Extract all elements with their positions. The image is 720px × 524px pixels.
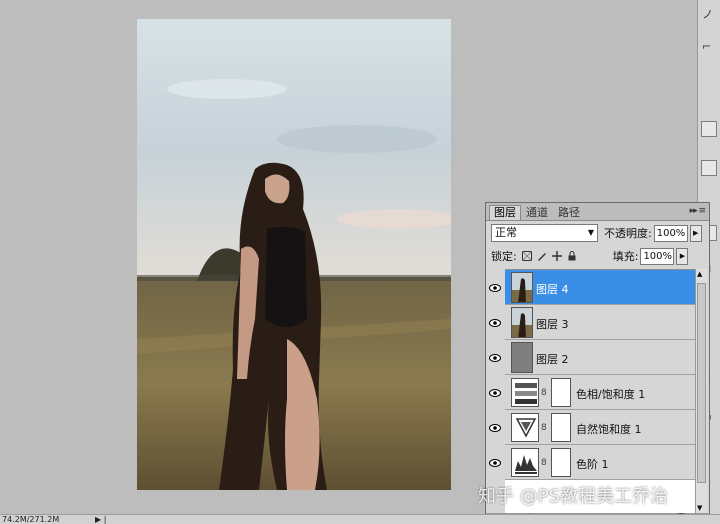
eye-icon[interactable] [488,445,502,480]
layer-name: 色阶 1 [576,458,609,471]
layer-mask-thumbnail[interactable] [551,413,571,442]
eye-icon[interactable] [488,340,502,375]
layer-mask-thumbnail[interactable] [551,378,571,407]
dock-icon-2[interactable]: ⌐ [702,40,711,53]
dock-icon-1[interactable]: ノ [702,6,713,22]
blend-mode-value: 正常 [495,226,517,239]
layer-thumbnail [511,342,533,373]
layer-row[interactable]: 图层 3 [489,305,695,340]
blend-row: 正常 ▼ 不透明度: 100% ▶ [486,221,709,245]
chevron-down-icon: ▼ [587,228,594,237]
layer-name: 图层 2 [536,353,569,366]
fill-label: 填充: [612,250,639,263]
levels-icon [511,448,539,477]
tab-channels[interactable]: 通道 [521,205,553,220]
lock-image-pixels-icon[interactable] [537,251,547,261]
link-icon[interactable]: 8 [541,388,547,398]
lock-row: 锁定: 填充: 100% ▶ [486,245,709,267]
fill-input[interactable]: 100% [640,247,675,265]
layers-panel: 图层 通道 路径 ▸▸ ≡ 正常 ▼ 不透明度: 100% ▶ 锁定: 填充: … [485,202,710,524]
hue-saturation-icon [511,378,539,407]
opacity-label: 不透明度: [604,227,652,240]
opacity-input[interactable]: 100% [653,224,688,242]
blend-mode-select[interactable]: 正常 ▼ [491,224,598,242]
status-arrow-icon[interactable]: ▶ | [95,515,106,524]
eye-icon[interactable] [488,305,502,340]
lock-label: 锁定: [491,250,517,263]
lock-position-icon[interactable] [551,251,562,261]
layer-row[interactable]: 图层 2 [489,340,695,375]
layer-row[interactable]: 8 色阶 1 [489,445,695,480]
layer-name: 色相/饱和度 1 [576,388,646,401]
layer-row[interactable]: 图层 4 [489,270,695,305]
layer-name: 自然饱和度 1 [576,423,642,436]
eye-icon[interactable] [488,375,502,410]
fill-slider-button[interactable]: ▶ [676,247,689,265]
eye-icon[interactable] [488,410,502,445]
layer-thumbnail [511,272,533,303]
scrollbar-thumb[interactable] [697,283,706,483]
layer-row[interactable]: 8 色相/饱和度 1 [489,375,695,410]
scroll-down-icon[interactable]: ▼ [697,504,702,512]
panel-menu-icon[interactable]: ▸▸ ≡ [690,206,706,216]
dock-checkbox-2[interactable] [701,160,717,176]
scroll-up-icon[interactable]: ▲ [697,270,702,278]
document-canvas[interactable] [137,19,451,490]
tab-layers[interactable]: 图层 [489,205,521,220]
layer-name: 图层 3 [536,318,569,331]
vibrance-icon [511,413,539,442]
layer-list-scrollbar[interactable]: ▲ ▼ [695,269,707,513]
link-icon[interactable]: 8 [541,458,547,468]
tab-paths[interactable]: 路径 [553,205,585,220]
panel-tabs: 图层 通道 路径 ▸▸ ≡ [486,203,709,221]
doc-size-text: 74.2M/271.2M [2,515,60,524]
eye-icon[interactable] [488,270,502,305]
dock-checkbox-1[interactable] [701,121,717,137]
watermark: 知乎 @PS教程美工乔治 [478,486,669,507]
layer-thumbnail [511,307,533,338]
layer-list: 图层 4 图层 3 图层 2 8 色相/饱和度 1 8 自然饱和度 1 8 色阶… [489,269,695,513]
photo-woman-in-field [137,19,451,490]
layer-mask-thumbnail[interactable] [551,448,571,477]
link-icon[interactable]: 8 [541,423,547,433]
lock-transparent-pixels-icon[interactable] [521,251,532,261]
status-bar: 74.2M/271.2M ▶ | [0,514,720,524]
lock-all-icon[interactable] [567,251,577,261]
layer-row[interactable]: 8 自然饱和度 1 [489,410,695,445]
opacity-slider-button[interactable]: ▶ [689,224,702,242]
layer-name: 图层 4 [536,283,569,296]
